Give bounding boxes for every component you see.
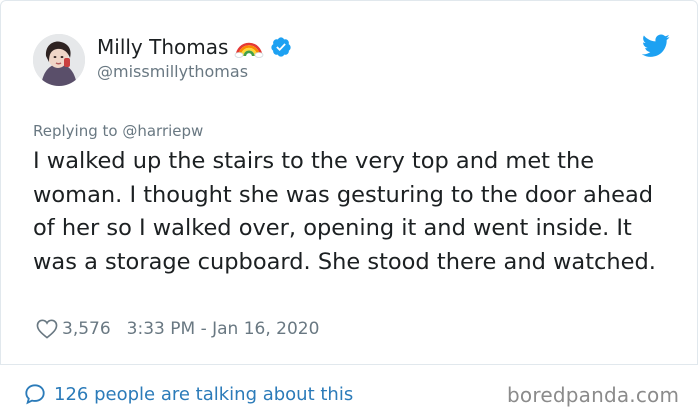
verified-badge-icon (271, 37, 292, 57)
replying-to-prefix: Replying to (33, 122, 118, 140)
speech-bubble-icon (25, 384, 45, 405)
author-name[interactable]: Milly Thomas (97, 35, 228, 59)
replying-to: Replying to @harriepw (33, 122, 203, 140)
tweet-meta: 3,576 3:33 PM - Jan 16, 2020 (36, 319, 319, 339)
rainbow-icon (235, 42, 264, 58)
author-name-row[interactable]: Milly Thomas (97, 35, 292, 59)
tweet-text: I walked up the stairs to the very top a… (33, 148, 656, 275)
avatar[interactable] (33, 34, 85, 86)
tweet-timestamp[interactable]: 3:33 PM - Jan 16, 2020 (127, 319, 320, 339)
author-handle[interactable]: @missmillythomas (97, 62, 248, 81)
talking-link[interactable]: 126 people are talking about this (24, 383, 353, 405)
twitter-bird-icon[interactable] (642, 34, 670, 58)
watermark: boredpanda.com (507, 383, 680, 407)
talking-label[interactable]: 126 people are talking about this (54, 384, 353, 405)
tweet-card: Milly Thomas @missmillythomas Replying t… (0, 0, 698, 365)
like-count[interactable]: 3,576 (62, 319, 111, 339)
avatar-image (33, 34, 85, 86)
heart-icon[interactable] (36, 319, 58, 339)
replying-to-mention[interactable]: @harriepw (122, 122, 203, 140)
